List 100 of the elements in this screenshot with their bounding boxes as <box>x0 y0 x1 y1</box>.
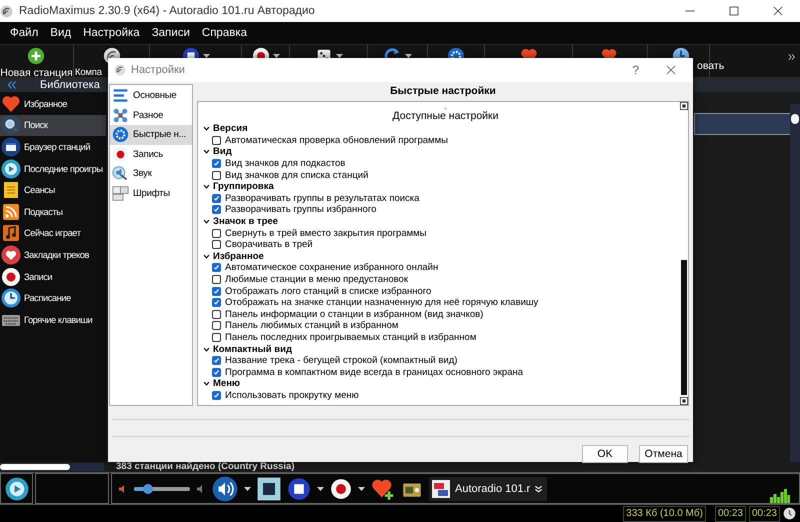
dialog-button[interactable]: Отмена <box>639 445 688 463</box>
checkbox[interactable] <box>212 170 221 180</box>
caret-icon[interactable] <box>244 486 251 490</box>
checkbox[interactable] <box>212 390 221 400</box>
sidebar-item[interactable]: Записи <box>0 266 106 288</box>
stop-icon[interactable] <box>257 476 281 500</box>
toolbar-button[interactable]: овать <box>648 47 724 72</box>
group-heading: Вид <box>213 146 232 158</box>
help-button[interactable]: ? <box>632 63 639 77</box>
record-icon <box>1 266 21 287</box>
refresh-icon <box>384 47 402 58</box>
scrollbar[interactable] <box>790 104 800 462</box>
chevron-icon[interactable] <box>534 484 544 494</box>
checkbox[interactable] <box>212 240 221 250</box>
menu-item[interactable]: Файл <box>4 25 44 41</box>
checkbox-label: Сворачивать в трей <box>225 239 313 250</box>
scroll-up-icon[interactable] <box>680 102 688 110</box>
close-icon[interactable] <box>773 6 783 16</box>
sidebar-item[interactable]: Поиск <box>0 114 106 136</box>
record-icon[interactable] <box>330 478 352 500</box>
checkbox[interactable] <box>212 159 221 168</box>
checkbox-label: Панель любимых станций в избранном <box>225 320 398 332</box>
caret-icon[interactable] <box>358 486 365 490</box>
app-logo-icon <box>0 4 13 18</box>
double-chevron-icon[interactable] <box>788 53 796 61</box>
sidebar-item[interactable]: Расписание <box>0 287 106 309</box>
dialog-button[interactable]: OK <box>582 445 628 463</box>
rss-icon <box>1 202 21 222</box>
chevron-down-icon[interactable] <box>203 380 210 388</box>
scrollbar-thumb[interactable] <box>681 260 687 395</box>
nav-item[interactable]: Разное <box>110 106 192 125</box>
menu-item[interactable]: Настройка <box>77 25 146 41</box>
caret-up-icon[interactable] <box>442 107 449 110</box>
panel-title: Библиотека <box>40 79 100 91</box>
checkbox[interactable] <box>212 228 221 238</box>
volume-slider[interactable] <box>134 486 190 490</box>
menu-item[interactable]: Вид <box>44 25 78 41</box>
checkbox[interactable] <box>212 263 221 272</box>
checkbox[interactable] <box>212 275 221 284</box>
list-title: Доступные настройки <box>392 110 498 122</box>
section-title: Быстрые настройки <box>390 84 496 99</box>
checkbox[interactable] <box>212 321 221 330</box>
stop-icon[interactable] <box>287 476 311 500</box>
checkbox[interactable] <box>212 310 221 319</box>
chevron-down-icon[interactable] <box>203 148 210 156</box>
sidebar-item[interactable]: Сейчас играет <box>0 222 106 244</box>
scrollbar[interactable] <box>0 463 104 471</box>
scroll-down-icon[interactable] <box>680 397 688 405</box>
close-icon[interactable] <box>666 65 676 75</box>
group-heading: Версия <box>213 123 248 134</box>
checkbox[interactable] <box>212 136 221 145</box>
collapse-icon[interactable] <box>6 80 18 90</box>
station-logo-icon <box>431 478 451 498</box>
checkbox[interactable] <box>212 332 221 342</box>
chevron-down-icon[interactable] <box>203 125 210 132</box>
checkbox[interactable] <box>212 194 221 203</box>
heart-icon <box>1 94 21 114</box>
caret-icon[interactable] <box>317 486 324 490</box>
nav-item[interactable]: Запись <box>110 144 192 164</box>
sidebar-item[interactable]: Закладки треков <box>0 244 106 266</box>
sidebar-item[interactable]: Подкасты <box>0 200 106 223</box>
sidebar-item[interactable]: Сеансы <box>0 179 106 201</box>
toolbar-button[interactable] <box>314 47 332 58</box>
group-heading: Группировка <box>213 181 274 192</box>
traffic-counter: 333 Кб (10.0 Мб) <box>623 506 706 522</box>
checkbox-label: Автоматическое сохранение избранного онлайн <box>225 262 438 274</box>
nav-item[interactable]: Быстрые н... <box>110 125 192 144</box>
nav-item[interactable]: Основные <box>110 86 192 106</box>
checkbox-label: Вид значков для списка станций <box>225 170 368 181</box>
clock-icon <box>783 507 796 520</box>
toolbar-button[interactable] <box>447 47 465 58</box>
group-heading: Меню <box>213 378 240 390</box>
chevron-down-icon[interactable] <box>203 218 210 226</box>
menu-item[interactable]: Справка <box>196 25 254 41</box>
chevron-down-icon[interactable] <box>203 183 210 190</box>
elapsed-time: 00:23 <box>714 506 746 522</box>
nav-item[interactable]: Шрифты <box>110 184 192 203</box>
chevron-down-icon[interactable] <box>203 252 210 260</box>
replay-icon[interactable] <box>4 476 28 500</box>
replay-icon <box>1 158 21 179</box>
checkbox[interactable] <box>212 368 221 377</box>
checkbox-label: Отображать лого станций в списке избранного <box>225 286 432 297</box>
nav-item[interactable]: Звук <box>110 164 192 184</box>
sidebar-item[interactable]: Последние проигры <box>0 158 106 180</box>
checkbox[interactable] <box>212 356 221 366</box>
sidebar-item[interactable]: Браузер станций <box>0 136 106 158</box>
checkbox[interactable] <box>212 286 221 296</box>
menu-item[interactable]: Записи <box>146 25 196 41</box>
checkbox-label: Название трека - бегущей строкой (компактный вид) <box>225 355 458 366</box>
window-title: RadioMaximus 2.30.9 (x64) - Autoradio 101.ru Авторадио <box>19 5 316 17</box>
sidebar-item[interactable]: Избранное <box>0 93 106 115</box>
sidebar-item[interactable]: Горячие клавиши <box>0 308 106 331</box>
checkbox[interactable] <box>212 205 221 214</box>
checkbox-label: Панель информации о станции в избранном (вид значков) <box>225 308 484 320</box>
chevron-down-icon[interactable] <box>203 346 210 353</box>
maximize-icon[interactable] <box>729 6 739 16</box>
checkbox[interactable] <box>212 298 221 308</box>
group-heading: Значок в трее <box>213 216 278 228</box>
checkbox-label: Любимые станции в меню предустановок <box>225 274 408 286</box>
volume-icon[interactable] <box>212 476 238 502</box>
